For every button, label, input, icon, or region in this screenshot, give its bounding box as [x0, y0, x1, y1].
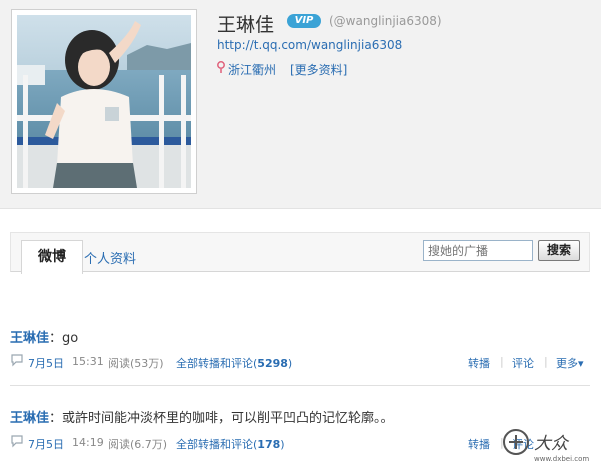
profile-header: 王琳佳 VIP (@wanglinjia6308) http://t.qq.co… [0, 0, 601, 209]
post-text: 王琳佳：go [10, 327, 590, 346]
profile-name: 王琳佳 [217, 14, 275, 36]
post-body: 或許时间能冲淡杯里的咖啡，可以削平凹凸的记忆轮廓。。 [62, 411, 394, 426]
post-date-link[interactable]: 7月5日 [28, 436, 64, 452]
post-author-link[interactable]: 王琳佳 [10, 411, 49, 426]
location-pin-icon [217, 61, 225, 73]
post-colon: ： [49, 331, 63, 346]
search-input[interactable] [423, 240, 533, 261]
watermark-text: 大众 [534, 434, 570, 454]
more-info-link[interactable]: [更多资料] [290, 61, 347, 78]
repost-button[interactable]: 转播 [468, 355, 490, 371]
post-item: 王琳佳：或許时间能冲淡杯里的咖啡，可以削平凹凸的记忆轮廓。。 [10, 407, 590, 426]
all-reposts-comments-link[interactable]: 全部转播和评论(5298) [176, 355, 292, 371]
post-meta: 7月5日 15:31 阅读(53万) 全部转播和评论(5298) 转播 | 评论… [10, 353, 590, 371]
post-body: go [62, 331, 79, 346]
post-colon: ： [49, 411, 63, 426]
tab-bar: 微博 个人资料 搜索 [10, 232, 590, 274]
speech-bubble-icon [11, 435, 23, 448]
profile-url-link[interactable]: http://t.qq.com/wanglinjia6308 [217, 38, 402, 52]
more-dropdown-button[interactable]: 更多▾ [556, 355, 584, 371]
tab-weibo[interactable]: 微博 [21, 240, 83, 274]
all-close: ) [287, 357, 293, 370]
profile-location[interactable]: 浙江衢州 [228, 61, 276, 78]
all-label: 全部转播和评论( [176, 357, 258, 370]
repost-count: 178 [257, 438, 281, 451]
all-label: 全部转播和评论( [176, 438, 258, 451]
avatar[interactable] [11, 9, 197, 194]
watermark-site: www.dxbei.com [534, 455, 589, 463]
site-watermark-logo: 大众 www.dxbei.com [503, 429, 589, 463]
all-close: ) [280, 438, 285, 451]
post-time: 15:31 [72, 355, 104, 368]
separator: | [544, 355, 548, 368]
avatar-image [17, 15, 191, 188]
comment-button[interactable]: 评论 [512, 355, 534, 371]
search-button[interactable]: 搜索 [538, 240, 580, 261]
post-divider [10, 385, 590, 386]
tab-profile[interactable]: 个人资料 [84, 248, 136, 267]
post-author-link[interactable]: 王琳佳 [10, 331, 49, 346]
profile-handle: (@wanglinjia6308) [329, 14, 442, 28]
repost-count: 5298 [257, 357, 288, 370]
post-item: 王琳佳：go [10, 327, 590, 346]
post-time: 14:19 [72, 436, 104, 449]
separator: | [500, 355, 504, 368]
post-text: 王琳佳：或許时间能冲淡杯里的咖啡，可以削平凹凸的记忆轮廓。。 [10, 407, 590, 426]
all-reposts-comments-link[interactable]: 全部转播和评论(178) [176, 436, 285, 452]
post-read-count: 阅读(53万) [108, 357, 164, 370]
repost-button[interactable]: 转播 [468, 436, 490, 452]
speech-bubble-icon [11, 354, 23, 367]
vip-badge-icon[interactable]: VIP [287, 14, 321, 28]
post-read-count: 阅读(6.7万) [108, 438, 168, 451]
avatar-photo [17, 15, 191, 188]
post-date-link[interactable]: 7月5日 [28, 355, 64, 371]
